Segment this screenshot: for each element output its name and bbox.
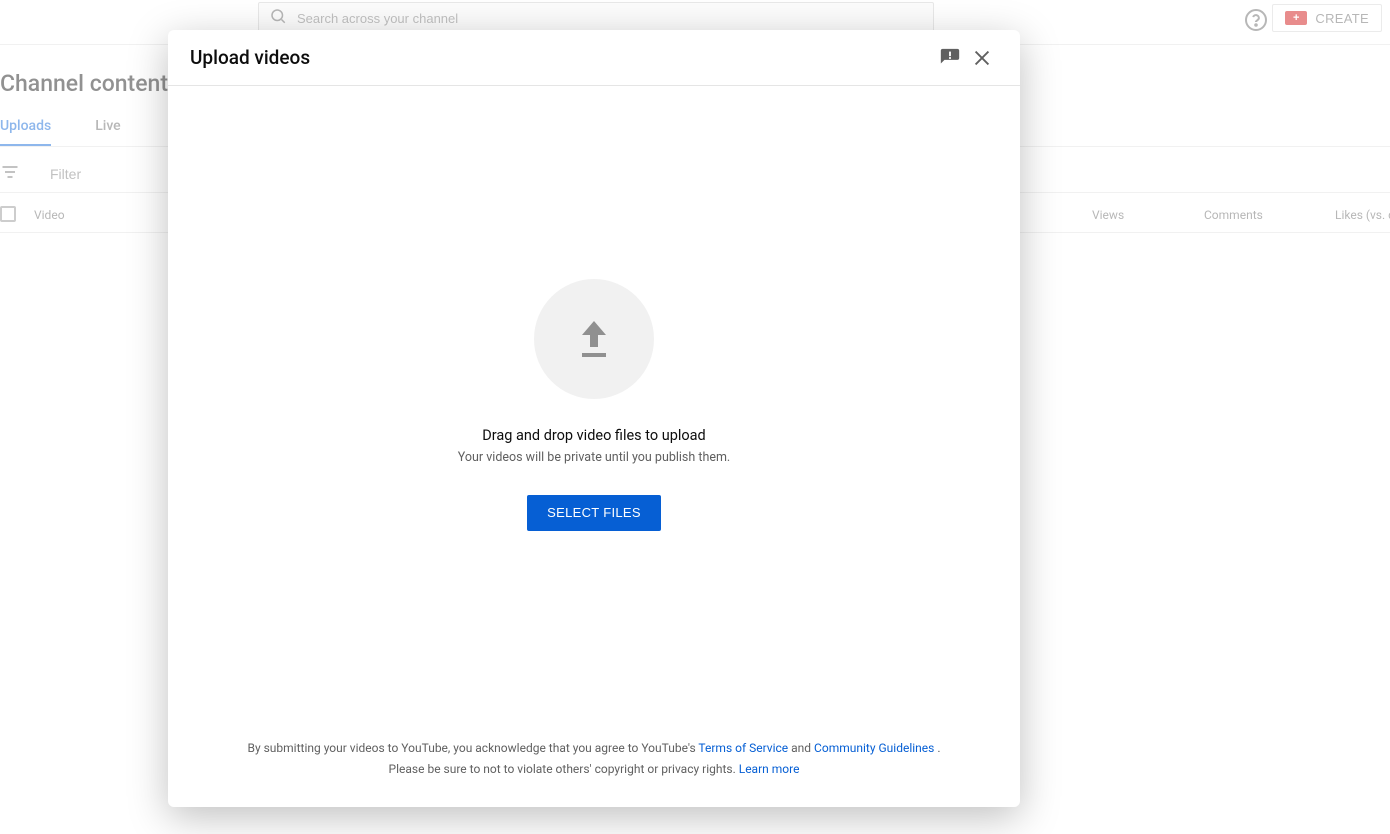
footer-text: Please be sure to not to violate others'… <box>389 762 739 776</box>
search-icon <box>259 7 297 29</box>
modal-header: Upload videos <box>168 30 1020 86</box>
upload-icon <box>534 279 654 399</box>
column-views[interactable]: Views <box>1092 208 1124 222</box>
column-comments[interactable]: Comments <box>1204 208 1263 222</box>
tab-live[interactable]: Live <box>95 118 120 147</box>
learn-more-link[interactable]: Learn more <box>739 762 800 776</box>
modal-title: Upload videos <box>190 46 934 69</box>
select-files-button[interactable]: SELECT FILES <box>527 495 661 531</box>
upload-modal: Upload videos Drag and drop video files … <box>168 30 1020 807</box>
create-button-label: CREATE <box>1315 11 1369 26</box>
create-button[interactable]: CREATE <box>1272 4 1382 32</box>
search-input[interactable] <box>297 11 857 26</box>
close-button[interactable] <box>966 42 998 74</box>
select-all-checkbox[interactable] <box>0 206 16 222</box>
guidelines-link[interactable]: Community Guidelines <box>814 741 934 755</box>
footer-text: By submitting your videos to YouTube, yo… <box>247 741 698 755</box>
footer-text: and <box>791 741 814 755</box>
filter-icon[interactable] <box>0 162 20 186</box>
help-icon[interactable] <box>1244 8 1268 36</box>
feedback-button[interactable] <box>934 42 966 74</box>
tos-link[interactable]: Terms of Service <box>698 741 788 755</box>
page-title: Channel content <box>0 70 168 97</box>
column-video[interactable]: Video <box>34 208 65 222</box>
camera-plus-icon <box>1285 11 1307 25</box>
dropzone-subtitle: Your videos will be private until you pu… <box>458 450 730 465</box>
upload-dropzone[interactable]: Drag and drop video files to upload Your… <box>168 86 1020 724</box>
tab-uploads[interactable]: Uploads <box>0 118 51 147</box>
modal-footer: By submitting your videos to YouTube, yo… <box>168 724 1020 807</box>
footer-text: . <box>937 741 940 755</box>
column-likes[interactable]: Likes (vs. d <box>1335 208 1390 222</box>
dropzone-title: Drag and drop video files to upload <box>482 427 705 444</box>
content-tabs: Uploads Live <box>0 118 121 147</box>
